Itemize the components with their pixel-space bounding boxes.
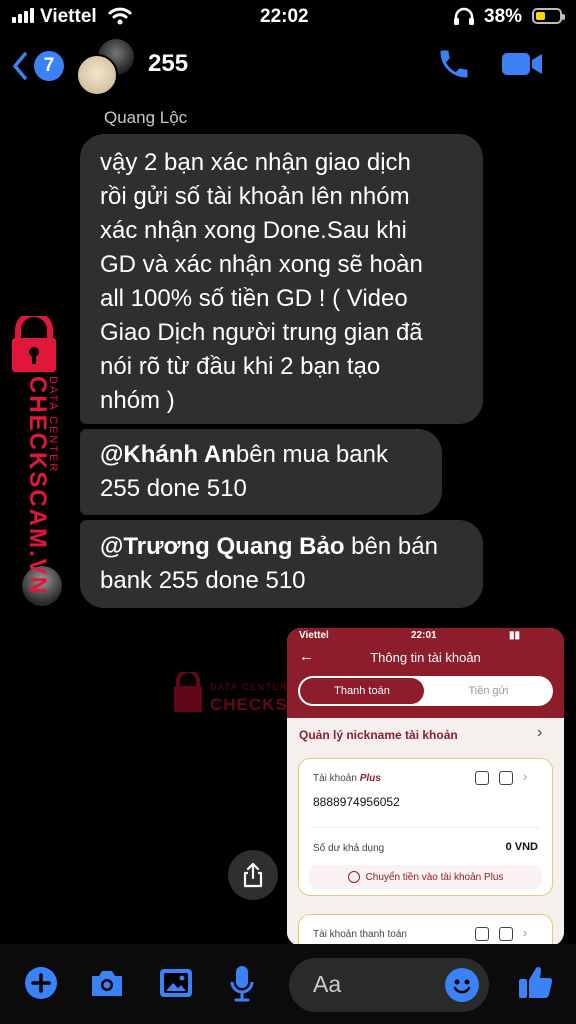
back-button[interactable]: 7 bbox=[12, 48, 68, 84]
message-line: xác nhận xong Done.Sau khi bbox=[100, 217, 407, 244]
message-text: bên mua bank bbox=[235, 441, 388, 468]
copy-qr-icons: › bbox=[475, 926, 527, 941]
message-line: @Trương Quang Bảo bên bán bbox=[100, 530, 463, 564]
thumbs-up-icon bbox=[519, 966, 553, 998]
unread-count-badge: 7 bbox=[34, 51, 64, 81]
copy-icon bbox=[475, 771, 489, 785]
battery-percent: 38% bbox=[484, 6, 523, 27]
camera-icon bbox=[92, 971, 122, 996]
photo-account-number: 8888974956052 bbox=[313, 795, 400, 809]
photo-status-bar: Viettel 22:01 ▮▮ bbox=[287, 628, 564, 644]
watermark-top-text: DATA CENTER bbox=[210, 682, 288, 692]
share-button[interactable] bbox=[228, 850, 278, 900]
message-bubble[interactable]: @Khánh Anbên mua bank 255 done 510 bbox=[80, 429, 442, 515]
message-line: 255 done 510 bbox=[100, 475, 247, 502]
message-input-placeholder: Aa bbox=[313, 971, 342, 997]
qr-icon bbox=[499, 771, 513, 785]
copy-qr-icons: › bbox=[475, 770, 527, 785]
video-camera-icon bbox=[502, 53, 542, 75]
status-bar: Viettel 22:02 38% bbox=[0, 0, 576, 34]
photo-battery-icon: ▮▮ bbox=[509, 630, 521, 641]
image-attachment[interactable]: Viettel 22:01 ▮▮ ← Thông tin tài khoản T… bbox=[287, 628, 564, 946]
photo-account-card-2: Tài khoản thanh toán › bbox=[298, 914, 553, 946]
message-line: rồi gửi số tài khoản lên nhóm bbox=[100, 183, 410, 210]
photo-tab-inactive: Tiền gửi bbox=[468, 685, 509, 697]
photo-carrier: Viettel bbox=[299, 630, 329, 641]
clock: 22:02 bbox=[260, 6, 309, 27]
mention-link[interactable]: @Khánh An bbox=[100, 441, 236, 468]
chevron-left-icon bbox=[13, 52, 27, 80]
message-line: @Khánh Anbên mua bank bbox=[100, 438, 422, 472]
photo-account-card: Tài khoản Plus › 8888974956052 Số dư khả… bbox=[298, 758, 553, 896]
bank-app-body: Quản lý nickname tài khoản › Tài khoản P… bbox=[287, 718, 564, 946]
message-line: GD và xác nhận xong sẽ hoàn bbox=[100, 251, 423, 278]
bank-app-header: Viettel 22:01 ▮▮ ← Thông tin tài khoản T… bbox=[287, 628, 564, 718]
share-icon bbox=[243, 862, 263, 888]
plus-button[interactable] bbox=[24, 966, 58, 1005]
message-bubble[interactable]: vậy 2 bạn xác nhận giao dịch rồi gửi số … bbox=[80, 134, 483, 424]
message-line: all 100% số tiền GD ! ( Video bbox=[100, 285, 408, 312]
headphones-icon bbox=[452, 6, 476, 32]
message-line: Giao Dịch người trung gian đã bbox=[100, 319, 423, 346]
microphone-icon bbox=[230, 966, 254, 1002]
signal-icon bbox=[12, 8, 34, 23]
video-call-button[interactable] bbox=[500, 48, 544, 85]
chat-title[interactable]: 255 bbox=[148, 50, 188, 78]
watermark-top-text: DATA CENTER bbox=[47, 376, 59, 473]
message-bubble[interactable]: @Trương Quang Bảo bên bán bank 255 done … bbox=[80, 520, 483, 608]
gallery-button[interactable] bbox=[158, 966, 194, 1005]
photo-account-label: Tài khoản Plus bbox=[313, 773, 381, 784]
photo-balance-label: Số dư khả dụng bbox=[313, 843, 385, 854]
watermark-brand-text: CHECKSCAM.VN bbox=[24, 376, 51, 592]
phone-icon bbox=[440, 50, 468, 78]
microphone-button[interactable] bbox=[228, 964, 256, 1007]
sender-name: Quang Lộc bbox=[104, 108, 188, 127]
photo-nickname-link: Quản lý nickname tài khoản bbox=[299, 728, 458, 742]
photo-tab-active: Thanh toán bbox=[300, 678, 424, 704]
photo-time: 22:01 bbox=[411, 630, 437, 641]
battery-icon bbox=[532, 8, 565, 24]
photo-balance-value: 0 VND bbox=[505, 841, 538, 853]
camera-button[interactable] bbox=[88, 966, 126, 1005]
message-text: bên bán bbox=[344, 533, 438, 560]
carrier-label: Viettel bbox=[40, 6, 97, 27]
photo-account2-label: Tài khoản thanh toán bbox=[313, 929, 407, 940]
mention-link[interactable]: @Trương Quang Bảo bbox=[100, 533, 345, 560]
divider bbox=[311, 827, 540, 828]
photo-tabs: Thanh toán Tiền gửi bbox=[298, 676, 553, 706]
image-icon bbox=[160, 969, 192, 997]
composer-bar bbox=[0, 944, 576, 1024]
watermark-vertical: CHECKSCAM.VN DATA CENTER bbox=[6, 311, 64, 596]
phone-call-button[interactable] bbox=[436, 46, 472, 87]
chevron-right-icon: › bbox=[537, 724, 543, 741]
message-line: nói rõ từ đầu khi 2 bạn tạo bbox=[100, 353, 381, 380]
message-input[interactable]: Aa bbox=[289, 958, 489, 1012]
photo-transfer-button: Chuyển tiền vào tài khoản Plus bbox=[309, 865, 542, 889]
photo-title: Thông tin tài khoản bbox=[370, 650, 481, 665]
transfer-icon bbox=[347, 871, 360, 883]
like-button[interactable] bbox=[516, 962, 556, 1007]
emoji-button[interactable] bbox=[445, 968, 479, 1002]
message-line: bank 255 done 510 bbox=[100, 567, 306, 594]
wifi-icon bbox=[108, 6, 132, 32]
message-line: vậy 2 bạn xác nhận giao dịch bbox=[100, 149, 411, 176]
plus-circle-icon bbox=[25, 967, 57, 999]
group-avatar[interactable] bbox=[76, 54, 118, 96]
message-line: nhóm ) bbox=[100, 387, 175, 414]
smiley-icon bbox=[453, 979, 471, 994]
